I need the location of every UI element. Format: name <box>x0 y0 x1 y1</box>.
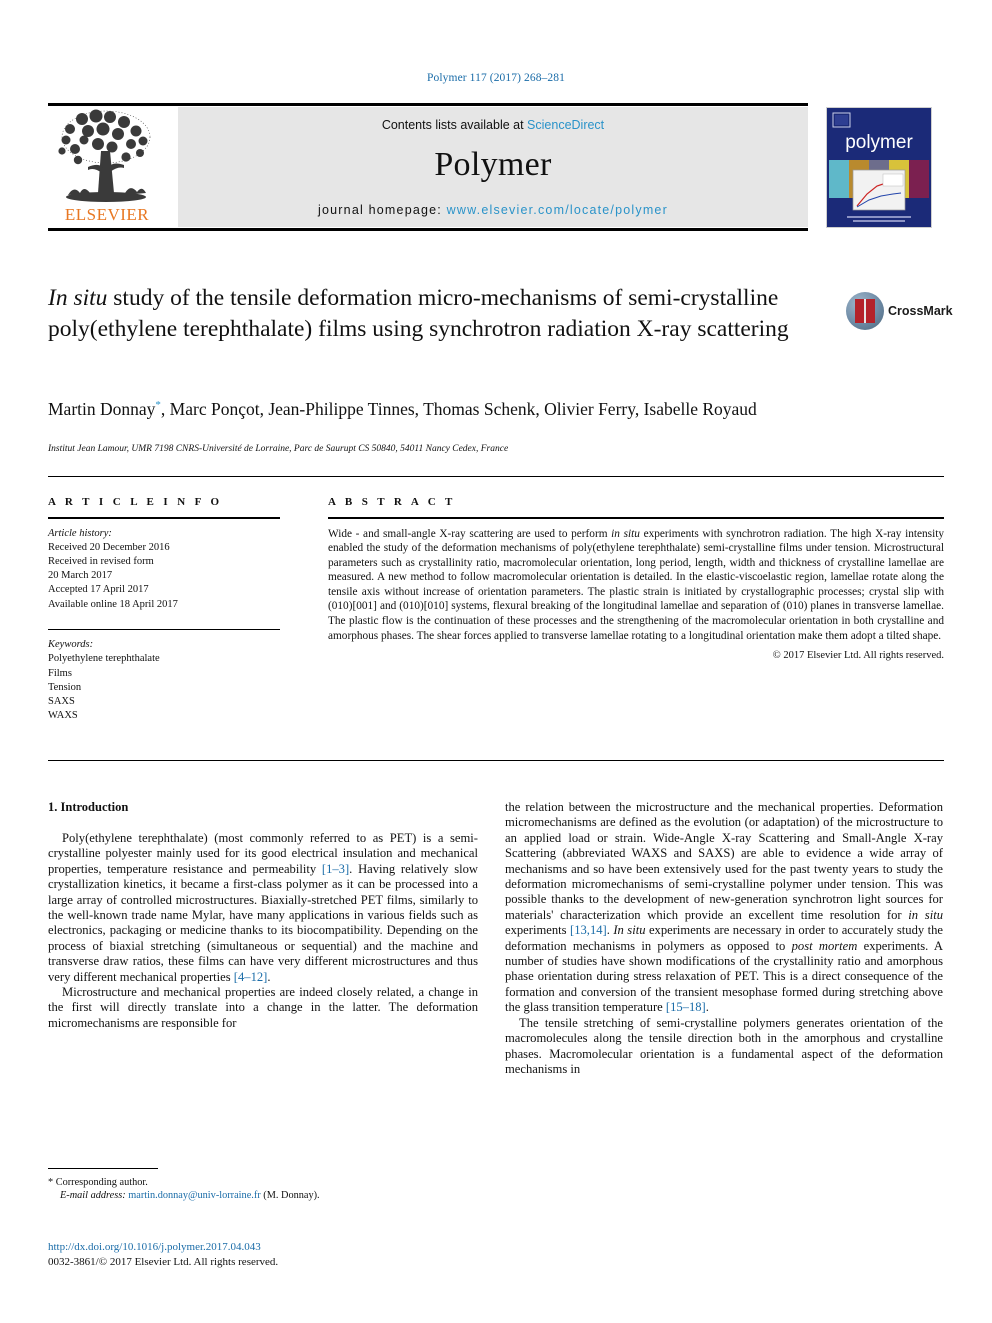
abstract-copyright: © 2017 Elsevier Ltd. All rights reserved… <box>772 650 944 662</box>
crossmark-icon <box>846 292 884 330</box>
doi-link[interactable]: http://dx.doi.org/10.1016/j.polymer.2017… <box>48 1240 478 1255</box>
abstract-text: Wide - and small-angle X-ray scattering … <box>328 527 944 644</box>
sciencedirect-link[interactable]: ScienceDirect <box>527 118 604 132</box>
keywords-label: Keywords: <box>48 639 94 651</box>
citation-ref[interactable]: [15–18] <box>666 1000 706 1014</box>
elsevier-tree-icon <box>58 109 151 202</box>
corresponding-author-note: * Corresponding author. <box>48 1176 478 1189</box>
history-item: Received 20 December 2016 <box>48 541 170 553</box>
section-heading-introduction: 1. Introduction <box>48 800 129 814</box>
journal-title: Polymer <box>434 146 552 183</box>
body-column-left: 1. Introduction Poly(ethylene terephthal… <box>48 800 478 1031</box>
abstract-italic-insitu: in situ <box>611 527 640 540</box>
keyword-item: Tension <box>48 681 82 693</box>
doi-block: http://dx.doi.org/10.1016/j.polymer.2017… <box>48 1240 478 1270</box>
running-head: Polymer 117 (2017) 268–281 <box>427 72 565 84</box>
homepage-prefix: journal homepage: <box>318 203 447 217</box>
journal-homepage-line: journal homepage: www.elsevier.com/locat… <box>178 203 808 217</box>
history-item: Available online 18 April 2017 <box>48 598 178 610</box>
crossmark-label: CrossMark <box>888 304 953 318</box>
abstract-rule <box>328 517 944 519</box>
article-history-label: Article history: <box>48 527 112 539</box>
cover-artwork: polymer <box>827 108 931 227</box>
intro-paragraph-2: Microstructure and mechanical properties… <box>48 985 478 1030</box>
keyword-item: SAXS <box>48 696 75 708</box>
keywords-rule <box>48 628 280 631</box>
email-label: E-mail address: <box>60 1190 126 1202</box>
email-link[interactable]: martin.donnay@univ-lorraine.fr <box>128 1190 260 1201</box>
contents-prefix: Contents lists available at <box>381 118 528 132</box>
citation-ref[interactable]: [4–12] <box>234 970 268 984</box>
history-item: Received in revised form <box>48 555 154 567</box>
article-history-block: Article history: Received 20 December 20… <box>48 527 280 612</box>
citation-ref[interactable]: [13,14] <box>570 923 607 937</box>
abstract-part-a: Wide - and small-angle X-ray scattering … <box>328 527 612 540</box>
title-line1-rest: study of the tensile deformation micro-m… <box>107 285 623 311</box>
crossmark-badge[interactable]: CrossMark <box>846 292 953 332</box>
contents-available-line: Contents lists available at ScienceDirec… <box>178 118 808 132</box>
footnote-block: * Corresponding author. E-mail address: … <box>48 1176 478 1203</box>
journal-cover-thumbnail: polymer <box>826 107 932 228</box>
abstract-column: A B S T R A C T Wide - and small-angle X… <box>328 496 944 661</box>
body-column-right: the relation between the microstructure … <box>505 800 943 1077</box>
masthead-top-rule <box>48 103 808 106</box>
intro-p3-f: . <box>705 1000 709 1015</box>
intro-p1-c: . <box>267 969 271 984</box>
info-bottom-rule <box>48 760 944 761</box>
footnote-rule <box>48 1168 158 1169</box>
keyword-item: WAXS <box>48 710 78 722</box>
abstract-part-b: experiments with synchrotron radiation. … <box>328 527 944 642</box>
intro-paragraph-4: The tensile stretching of semi-crystalli… <box>505 1015 943 1076</box>
masthead-center-panel: Contents lists available at ScienceDirec… <box>178 107 808 227</box>
masthead-bottom-rule <box>48 228 808 231</box>
intro-p3-b: experiments <box>505 923 571 938</box>
authors-rest: , Marc Ponçot, Jean-Philippe Tinnes, Tho… <box>160 398 757 419</box>
keyword-item: Films <box>48 667 72 679</box>
homepage-url[interactable]: www.elsevier.com/locate/polymer <box>447 203 668 217</box>
history-item: 20 March 2017 <box>48 570 113 582</box>
intro-p3-a: the relation between the microstructure … <box>505 800 943 922</box>
article-info-heading: A R T I C L E I N F O <box>48 496 223 508</box>
history-item: Accepted 17 April 2017 <box>48 584 149 596</box>
author-list: Martin Donnay*, Marc Ponçot, Jean-Philip… <box>48 393 838 422</box>
journal-masthead: ELSEVIER Contents lists available at Sci… <box>48 103 944 231</box>
author-first: Martin Donnay <box>48 398 156 419</box>
elsevier-logo: ELSEVIER <box>48 107 166 227</box>
page-title: In situ study of the tensile deformation… <box>48 283 808 345</box>
info-top-rule <box>48 476 944 477</box>
svg-text:polymer: polymer <box>845 132 913 153</box>
intro-paragraph-3: the relation between the microstructure … <box>505 800 943 1016</box>
issn-copyright-line: 0032-3861/© 2017 Elsevier Ltd. All right… <box>48 1256 279 1268</box>
email-note: E-mail address: martin.donnay@univ-lorra… <box>48 1189 478 1202</box>
intro-p1-b: . Having relatively slow crystallization… <box>48 861 479 984</box>
paper-page: Polymer 117 (2017) 268–281 ELSEVIER Cont… <box>0 0 992 1323</box>
elsevier-wordmark: ELSEVIER <box>64 205 150 224</box>
intro-italic-postmortem: post mortem <box>791 938 858 953</box>
keywords-block: Keywords: Polyethylene terephthalate Fil… <box>48 638 280 723</box>
affiliation: Institut Jean Lamour, UMR 7198 CNRS-Univ… <box>48 444 509 454</box>
intro-italic-insitu-1: in situ <box>908 907 944 922</box>
crossmark-book-glyph <box>855 299 875 323</box>
intro-italic-insitu-2: In situ <box>613 923 646 938</box>
intro-paragraph-1: Poly(ethylene terephthalate) (most commo… <box>48 831 478 985</box>
title-line3: synchrotron radiation X-ray scattering <box>429 316 789 342</box>
email-suffix: (M. Donnay). <box>260 1190 320 1202</box>
citation-ref[interactable]: [1–3] <box>322 862 349 876</box>
article-info-column: A R T I C L E I N F O Article history: R… <box>48 496 280 723</box>
article-info-rule <box>48 517 280 519</box>
article-title-block: In situ study of the tensile deformation… <box>48 283 808 345</box>
title-italic-lead: In situ <box>48 285 108 311</box>
corresponding-text: Corresponding author. <box>53 1177 148 1188</box>
keyword-item: Polyethylene terephthalate <box>48 653 160 665</box>
abstract-heading: A B S T R A C T <box>328 496 456 508</box>
